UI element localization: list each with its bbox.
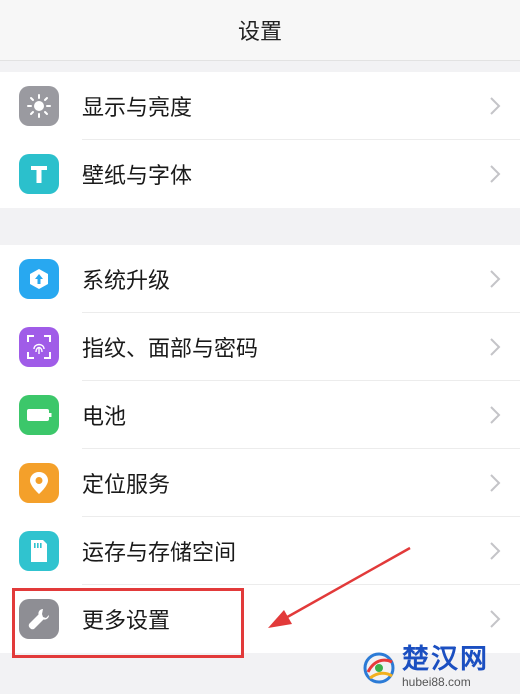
watermark: 楚汉网 hubei88.com bbox=[360, 640, 520, 694]
settings-item-display-brightness[interactable]: 显示与亮度 bbox=[0, 72, 520, 140]
system-update-icon bbox=[19, 259, 59, 299]
watermark-brand: 楚汉网 bbox=[402, 644, 489, 675]
settings-item-label: 壁纸与字体 bbox=[82, 164, 193, 189]
chevron-right-icon bbox=[490, 270, 501, 288]
settings-item-label: 系统升级 bbox=[82, 269, 171, 294]
chevron-right-icon bbox=[490, 165, 501, 183]
watermark-url: hubei88.com bbox=[402, 675, 471, 689]
chevron-right-icon bbox=[490, 474, 501, 492]
settings-group-display: 显示与亮度 壁纸与字体 bbox=[0, 72, 520, 208]
display-brightness-icon bbox=[19, 86, 59, 126]
header-divider bbox=[0, 60, 520, 61]
watermark-logo-icon bbox=[363, 652, 395, 684]
settings-item-label: 电池 bbox=[82, 405, 127, 430]
settings-item-wallpaper-font[interactable]: 壁纸与字体 bbox=[0, 140, 520, 208]
settings-item-label: 显示与亮度 bbox=[82, 96, 193, 121]
wrench-icon bbox=[19, 599, 59, 639]
settings-item-storage[interactable]: 运存与存储空间 bbox=[0, 517, 520, 585]
settings-item-label: 运存与存储空间 bbox=[82, 541, 237, 566]
settings-item-fingerprint-face-password[interactable]: 指纹、面部与密码 bbox=[0, 313, 520, 381]
settings-item-label: 定位服务 bbox=[82, 473, 171, 498]
chevron-right-icon bbox=[490, 338, 501, 356]
location-icon bbox=[19, 463, 59, 503]
settings-item-battery[interactable]: 电池 bbox=[0, 381, 520, 449]
wallpaper-font-icon bbox=[19, 154, 59, 194]
chevron-right-icon bbox=[490, 610, 501, 628]
settings-item-label: 指纹、面部与密码 bbox=[82, 337, 259, 362]
chevron-right-icon bbox=[490, 542, 501, 560]
settings-item-label: 更多设置 bbox=[82, 609, 171, 634]
battery-icon bbox=[19, 395, 59, 435]
fingerprint-face-password-icon bbox=[19, 327, 59, 367]
storage-icon bbox=[19, 531, 59, 571]
title-bar: 设置 bbox=[0, 0, 520, 60]
page-title: 设置 bbox=[237, 20, 282, 45]
settings-item-system-update[interactable]: 系统升级 bbox=[0, 245, 520, 313]
chevron-right-icon bbox=[490, 97, 501, 115]
settings-item-location[interactable]: 定位服务 bbox=[0, 449, 520, 517]
settings-group-system: 系统升级 指纹、面部与密码 电池 定位服务 运存与存储空间 更多设置 bbox=[0, 245, 520, 653]
chevron-right-icon bbox=[490, 406, 501, 424]
